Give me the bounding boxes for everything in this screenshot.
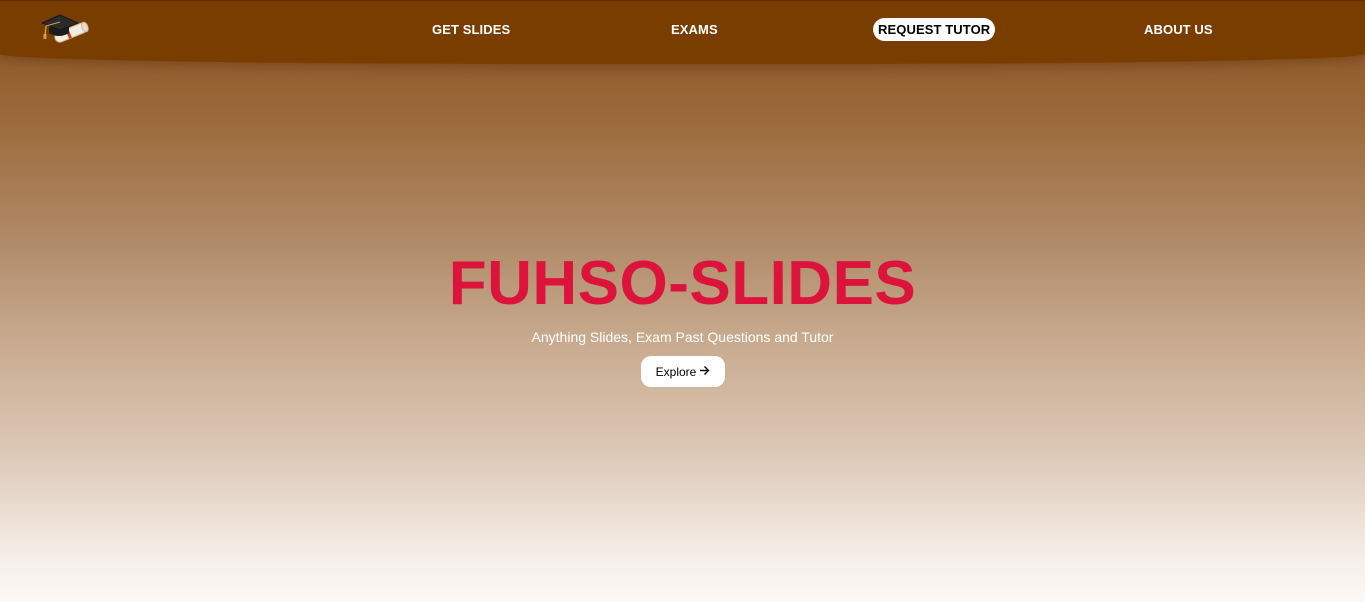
explore-button[interactable]: Explore xyxy=(641,356,725,387)
arrow-right-icon xyxy=(699,365,710,378)
top-navbar: GET SLIDES EXAMS REQUEST TUTOR ABOUT US xyxy=(0,0,1365,64)
hero-subtitle: Anything Slides, Exam Past Questions and… xyxy=(531,329,834,345)
nav-link-get-slides[interactable]: GET SLIDES xyxy=(432,18,510,41)
nav-link-exams[interactable]: EXAMS xyxy=(671,18,718,41)
nav-link-about-us[interactable]: ABOUT US xyxy=(1144,18,1213,41)
hero-title: FUHSO-SLIDES xyxy=(448,249,917,318)
explore-button-label: Explore xyxy=(655,364,697,379)
nav-link-request-tutor[interactable]: REQUEST TUTOR xyxy=(873,18,996,41)
graduation-cap-logo-icon[interactable] xyxy=(40,11,92,47)
